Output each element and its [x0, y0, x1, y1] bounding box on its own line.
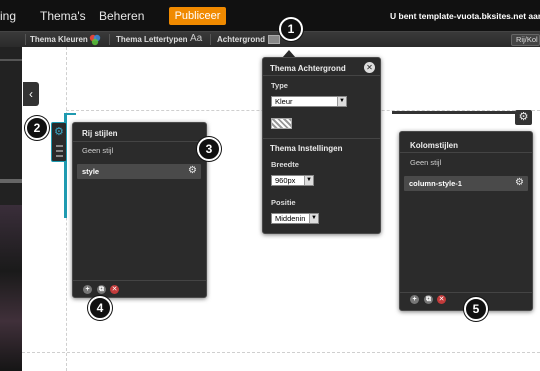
top-nav: ing Thema's Beheren Publiceer U bent tem… [0, 0, 540, 31]
row-gear-icon[interactable]: ⚙ [54, 125, 64, 138]
type-label: Type [271, 81, 288, 90]
left-preview-image [0, 205, 22, 371]
copy-style-icon[interactable]: ⧉ [424, 295, 433, 304]
theme-background-panel: Thema Achtergrond ✕ Type Kleur ▼ Thema I… [262, 57, 381, 234]
left-strip-line [0, 59, 22, 61]
chevron-down-icon[interactable]: ▼ [337, 97, 346, 106]
style-gear-icon[interactable]: ⚙ [515, 177, 524, 188]
column-styles-panel: Kolomstijlen Geen stijl column-style-1 ⚙… [399, 131, 533, 311]
delete-style-icon[interactable]: ✕ [437, 295, 446, 304]
copy-style-icon[interactable]: ⧉ [97, 285, 106, 294]
panel-divider [73, 280, 206, 281]
panel-divider [73, 141, 206, 142]
row-selection-border-top [64, 113, 76, 115]
type-select-value: Kleur [275, 97, 293, 106]
row-styles-panel: Rij stijlen Geen stijl style ⚙ + ⧉ ✕ [72, 122, 207, 298]
column-style-item[interactable]: column-style-1 ⚙ [404, 176, 528, 191]
theme-colors-button[interactable]: Thema Kleuren [30, 35, 88, 44]
theme-toolbar: Thema Kleuren Thema Lettertypen Aa Achte… [0, 31, 540, 47]
chevron-down-icon[interactable]: ▼ [304, 176, 313, 185]
font-aa-icon: Aa [190, 33, 203, 44]
left-strip-bar [0, 179, 22, 183]
callout-2: 2 [25, 116, 49, 140]
panel-divider [400, 292, 532, 293]
panel-divider [400, 152, 532, 153]
user-info-text: U bent template-vuota.bksites.net aan h [390, 11, 540, 21]
theme-settings-title: Thema Instellingen [270, 144, 343, 153]
toolbar-divider [109, 34, 110, 45]
color-swatch[interactable] [271, 118, 292, 129]
column-top-bar [392, 111, 515, 114]
left-preview-strip [0, 47, 22, 371]
background-thumbnail-icon [268, 35, 280, 44]
delete-style-icon[interactable]: ✕ [110, 285, 119, 294]
toolbar-divider [25, 34, 26, 45]
theme-fonts-button[interactable]: Thema Lettertypen [116, 35, 188, 44]
column-styles-title: Kolomstijlen [410, 141, 459, 150]
palette-icon [89, 34, 101, 46]
width-label: Breedte [271, 160, 299, 169]
position-select-value: Middenin [275, 214, 306, 223]
drag-handle-icon[interactable] [56, 145, 63, 157]
row-no-style-option[interactable]: Geen stijl [82, 146, 113, 155]
position-label: Positie [271, 198, 296, 207]
toolbar-divider [210, 34, 211, 45]
callout-1: 1 [279, 17, 303, 41]
callout-5: 5 [464, 297, 488, 321]
background-button[interactable]: Achtergrond [217, 35, 265, 44]
panel-divider [263, 75, 380, 76]
publish-button[interactable]: Publiceer [169, 7, 226, 25]
add-style-icon[interactable]: + [83, 285, 92, 294]
row-column-button[interactable]: Rij/Kol [511, 34, 540, 46]
callout-4: 4 [88, 296, 112, 320]
column-no-style-option[interactable]: Geen stijl [410, 158, 441, 167]
callout-3: 3 [197, 137, 221, 161]
style-gear-icon[interactable]: ⚙ [188, 165, 197, 176]
column-style-label: column-style-1 [409, 179, 462, 188]
row-style-item[interactable]: style ⚙ [77, 164, 201, 179]
chevron-down-icon[interactable]: ▼ [309, 214, 318, 223]
layout-guide-bottom [22, 352, 540, 353]
collapse-arrow-icon[interactable]: ‹ [23, 82, 39, 106]
nav-item-prev[interactable]: ing [0, 9, 16, 23]
theme-background-title: Thema Achtergrond [270, 64, 346, 73]
add-style-icon[interactable]: + [410, 295, 419, 304]
position-select[interactable]: Middenin ▼ [271, 213, 319, 224]
panel-divider [263, 138, 380, 139]
row-handle[interactable]: ⚙ [51, 122, 67, 162]
nav-item-manage[interactable]: Beheren [99, 9, 144, 23]
close-icon[interactable]: ✕ [364, 62, 375, 73]
width-select[interactable]: 960px ▼ [271, 175, 314, 186]
nav-item-themes[interactable]: Thema's [40, 9, 86, 23]
column-gear-icon[interactable]: ⚙ [515, 110, 532, 125]
width-select-value: 960px [275, 176, 296, 185]
row-styles-title: Rij stijlen [82, 129, 118, 138]
type-select[interactable]: Kleur ▼ [271, 96, 347, 107]
row-style-label: style [82, 167, 100, 176]
